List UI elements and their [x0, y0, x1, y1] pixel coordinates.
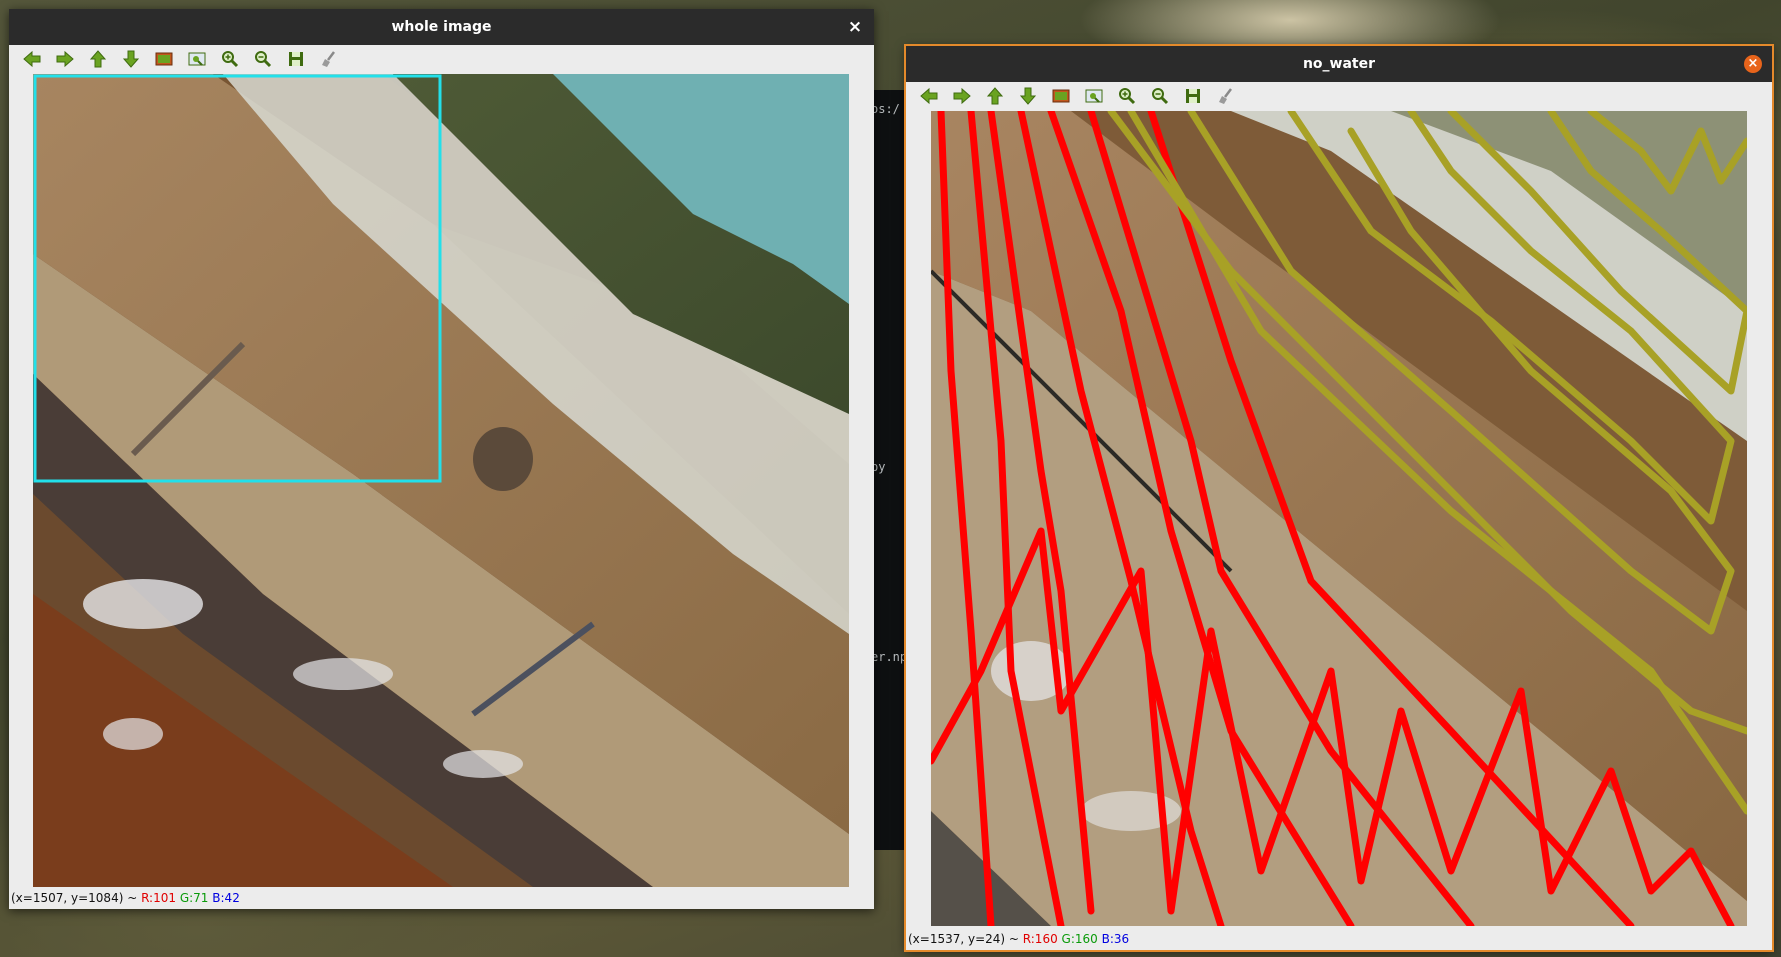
zoom-out-button[interactable] [1147, 86, 1172, 111]
arrow-left-icon [919, 86, 939, 110]
clear-button[interactable] [316, 49, 341, 74]
zoom-in-icon [220, 49, 240, 73]
save-icon [1183, 86, 1203, 110]
zoom-out-button[interactable] [250, 49, 275, 74]
image-icon [154, 49, 174, 73]
image-view[interactable] [33, 74, 849, 887]
status-bar: (x=1537, y=24) ~ R:160 G:160 B:36 [908, 930, 1129, 948]
arrow-right-icon [952, 86, 972, 110]
image-view[interactable] [931, 111, 1747, 926]
window-title: no_water [1302, 56, 1376, 72]
green-value: G:71 [179, 891, 209, 905]
window-titlebar[interactable]: no_water × [906, 46, 1772, 82]
window-titlebar[interactable]: whole image × [9, 9, 874, 45]
fit-window-button[interactable] [1081, 86, 1106, 111]
arrow-right-icon [55, 49, 75, 73]
red-value: R:101 [141, 891, 176, 905]
arrow-right-button[interactable] [949, 86, 974, 111]
aerial-beach-image [33, 74, 849, 887]
arrow-left-button[interactable] [916, 86, 941, 111]
blue-value: B:42 [212, 891, 240, 905]
fit-window-icon [187, 49, 207, 73]
clear-button[interactable] [1213, 86, 1238, 111]
cursor-coordinates: (x=1537, y=24) ~ [908, 932, 1023, 946]
arrow-up-button[interactable] [85, 49, 110, 74]
image-button[interactable] [151, 49, 176, 74]
clear-icon [1216, 86, 1236, 110]
fit-window-icon [1084, 86, 1104, 110]
save-button[interactable] [1180, 86, 1205, 111]
arrow-up-icon [88, 49, 108, 73]
blue-value: B:36 [1101, 932, 1130, 946]
arrow-up-icon [985, 86, 1005, 110]
fit-window-button[interactable] [184, 49, 209, 74]
clear-icon [319, 49, 339, 73]
zoom-out-icon [1150, 86, 1170, 110]
close-button[interactable]: × [1744, 55, 1762, 73]
arrow-left-button[interactable] [19, 49, 44, 74]
close-button[interactable]: × [846, 18, 864, 36]
zoom-in-button[interactable] [1114, 86, 1139, 111]
save-icon [286, 49, 306, 73]
arrow-down-icon [121, 49, 141, 73]
red-value: R:160 [1022, 932, 1058, 946]
arrow-right-button[interactable] [52, 49, 77, 74]
arrow-down-button[interactable] [118, 49, 143, 74]
arrow-down-icon [1018, 86, 1038, 110]
image-icon [1051, 86, 1071, 110]
zoom-in-button[interactable] [217, 49, 242, 74]
arrow-down-button[interactable] [1015, 86, 1040, 111]
save-button[interactable] [283, 49, 308, 74]
toolbar [9, 45, 874, 77]
no-water-window[interactable]: no_water × (x=1537, y=24) ~ R:160 G:160 … [904, 44, 1774, 952]
status-bar: (x=1507, y=1084) ~ R:101 G:71 B:42 [11, 889, 240, 907]
arrow-left-icon [22, 49, 42, 73]
whole-image-window[interactable]: whole image × (x=1507, y=1084) ~ R:101 G… [9, 9, 874, 909]
zoom-out-icon [253, 49, 273, 73]
cursor-coordinates: (x=1507, y=1084) ~ [11, 891, 142, 905]
green-value: G:160 [1061, 932, 1098, 946]
toolbar [906, 82, 1772, 114]
zoomed-beach-image [931, 111, 1747, 926]
image-button[interactable] [1048, 86, 1073, 111]
terminal-line: os:/ [871, 102, 900, 116]
arrow-up-button[interactable] [982, 86, 1007, 111]
window-title: whole image [391, 19, 492, 35]
terminal-line: er.np [871, 650, 905, 664]
zoom-in-icon [1117, 86, 1137, 110]
